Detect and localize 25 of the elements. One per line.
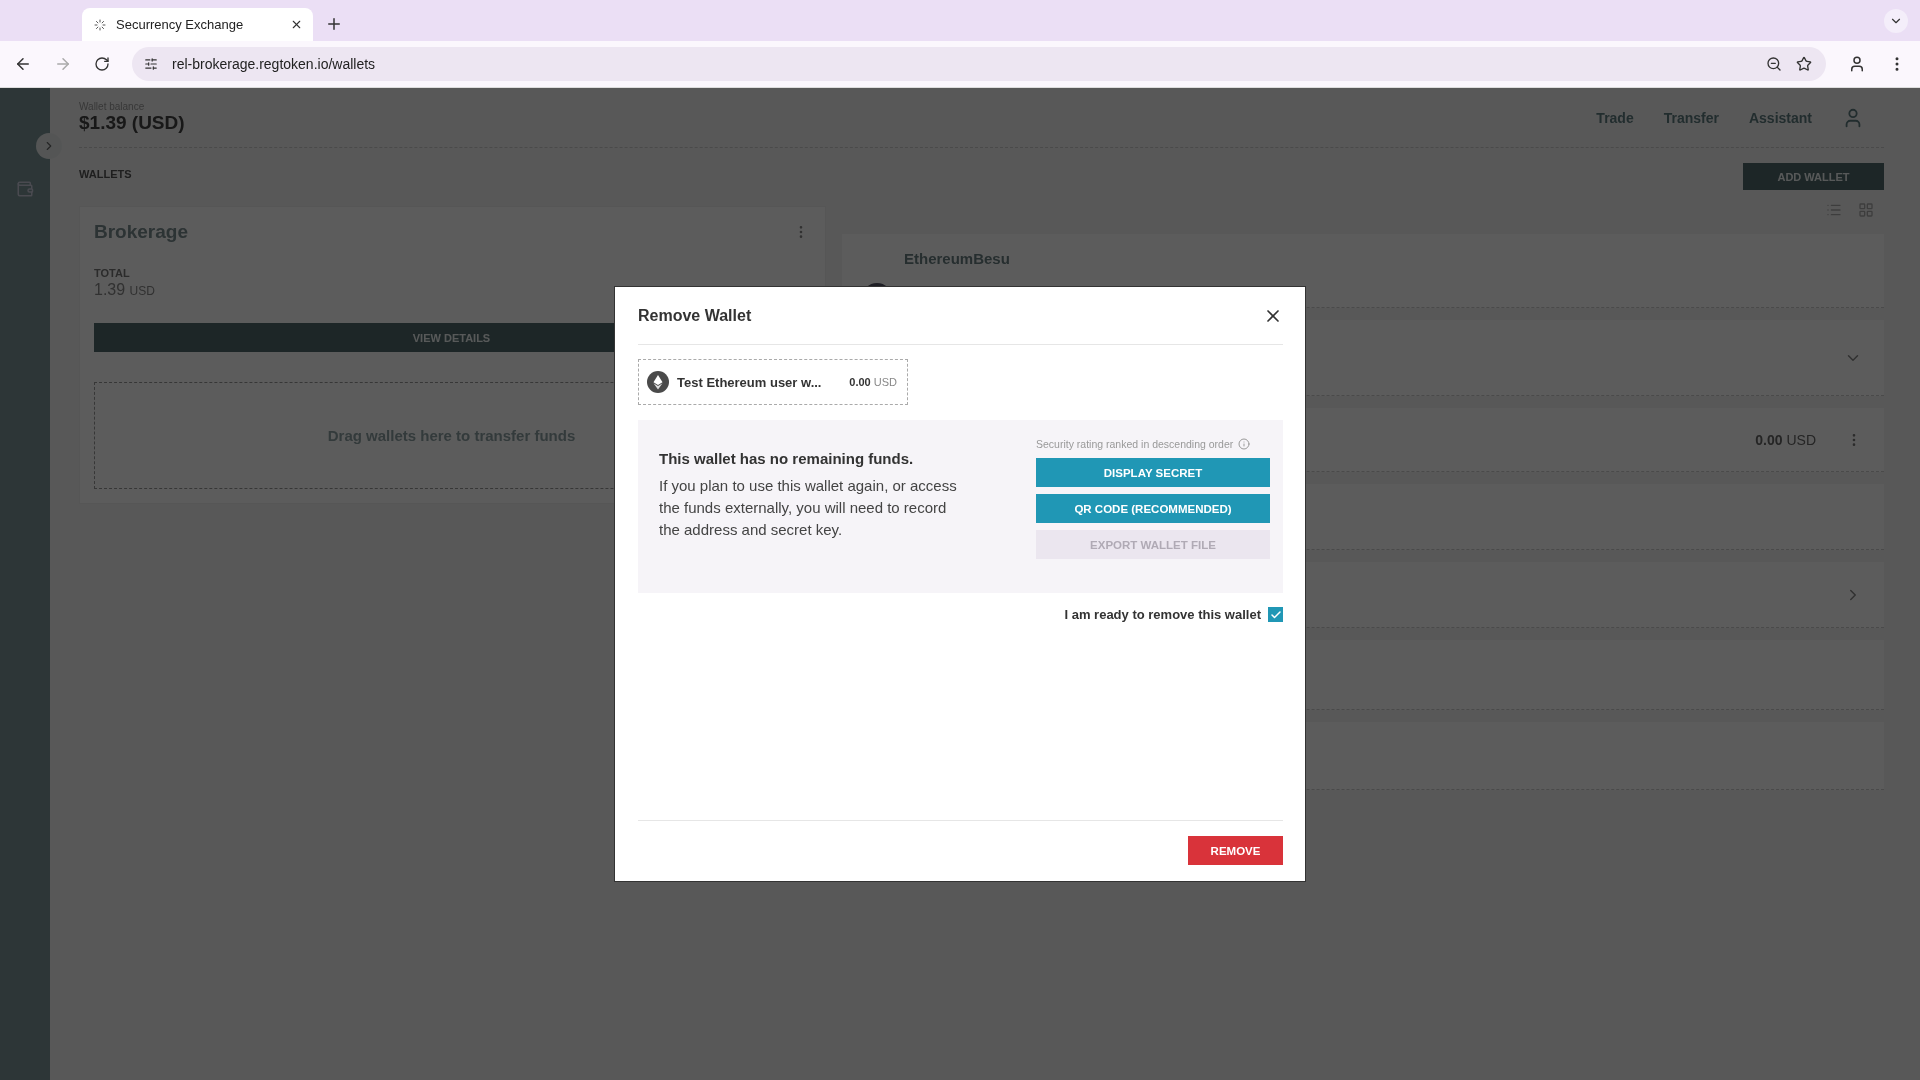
ethereum-icon [647,371,669,393]
browser-tab[interactable]: Securrency Exchange [82,8,313,41]
back-icon[interactable] [14,55,32,73]
confirm-checkbox[interactable] [1268,607,1283,622]
action-button[interactable]: DISPLAY SECRET [1036,458,1270,487]
balance-value: $1.39 (USD) [79,112,185,134]
section-heading: WALLETS [79,168,133,180]
security-note: Security rating ranked in descending order [1036,438,1234,450]
confirm-label: I am ready to remove this wallet [1064,607,1261,622]
loading-icon [94,18,106,31]
reload-icon[interactable] [94,56,110,72]
url-text: rel-brokerage.regtoken.io/wallets [172,56,377,72]
site-settings-icon[interactable] [144,57,158,71]
tab-title: Securrency Exchange [116,17,245,32]
close-icon[interactable] [290,18,303,31]
address-bar[interactable]: rel-brokerage.regtoken.io/wallets [132,47,1826,81]
wallet-amount: 0.00 USD [849,376,897,388]
profile-avatar-icon[interactable] [1848,55,1866,73]
dialog-title: Remove Wallet [638,306,752,325]
tab-search-icon[interactable] [1884,9,1908,33]
zoom-out-icon[interactable] [1766,56,1782,72]
new-tab-icon[interactable] [325,15,343,33]
action-button[interactable]: QR CODE (RECOMMENDED) [1036,494,1270,523]
remove-button[interactable]: REMOVE [1188,836,1283,865]
bookmark-star-icon[interactable] [1796,56,1812,72]
